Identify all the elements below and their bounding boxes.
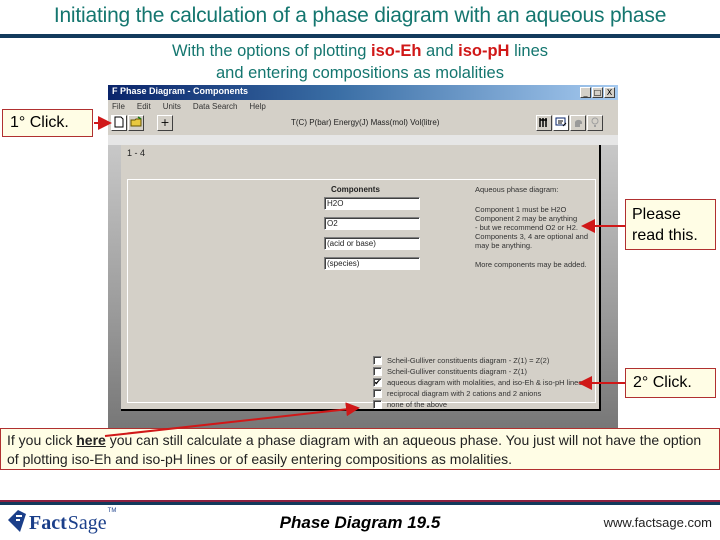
option-label: none of the above [387,399,448,409]
edit-list-icon [555,117,567,127]
subtitle-text: and [421,42,459,60]
subtitle-text: lines [509,42,549,60]
aqueous-info-line: Component 1 must be H2O [475,205,567,214]
option-checkbox[interactable] [373,355,382,365]
slide-subtitle: With the options of plotting iso-Eh and … [0,40,720,84]
option-checkbox[interactable] [373,388,382,398]
step-2-callout: 2° Click. [625,368,716,398]
tab-strip [108,135,618,145]
menu-units[interactable]: Units [163,100,181,113]
bulb-icon [591,117,599,127]
title-divider [0,34,720,38]
aqueous-info-heading: Aqueous phase diagram: [475,185,559,194]
menu-data-search[interactable]: Data Search [193,100,237,113]
units-display: T(C) P(bar) Energy(J) Mass(mol) Vol(litr… [291,118,440,127]
footer-url[interactable]: www.factsage.com [604,515,712,530]
menu-file[interactable]: File [112,100,125,113]
aqueous-info-line: More components may be added. [475,260,587,269]
subtitle-text: With the options of plotting [171,42,372,60]
close-button[interactable]: X [604,87,615,98]
component-2-input[interactable]: O2 [324,217,420,230]
open-folder-icon [130,116,142,127]
window-titlebar[interactable]: F Phase Diagram - Components _ □ X [108,85,618,100]
components-panel: 1 - 4 Components H2O O2 (acid or base) (… [108,145,618,454]
bulb-button[interactable] [587,115,603,131]
toolbar: + T(C) P(bar) Energy(J) Mass(mol) Vol(li… [108,113,618,135]
component-1-input[interactable]: H2O [324,197,420,210]
aqueous-info-line: - but we recommend O2 or H2. [475,223,578,232]
slide-title: Initiating the calculation of a phase di… [53,4,667,27]
new-document-icon [114,116,124,128]
option-label: reciprocal diagram with 2 cations and 2 … [387,388,542,398]
new-document-button[interactable] [111,115,127,131]
tools-icon [539,118,547,127]
head-button[interactable] [570,115,586,131]
option-checkbox[interactable]: ✔ [373,377,382,387]
subtitle-line-1: With the options of plotting iso-Eh and … [0,40,720,62]
add-button[interactable]: + [157,115,173,131]
iso-eh-highlight: iso-Eh [371,42,422,60]
read-this-callout: Please read this. [625,199,716,250]
option-none[interactable]: none of the above [373,399,447,409]
option-label: Scheil-Gulliver constituents diagram - Z… [387,366,528,376]
option-label: aqueous diagram with molalities, and iso… [387,377,583,387]
menu-bar: File Edit Units Data Search Help [108,100,618,113]
option-reciprocal[interactable]: reciprocal diagram with 2 cations and 2 … [373,388,541,398]
option-checkbox[interactable] [373,399,382,409]
open-button[interactable] [128,115,144,131]
aqueous-info-line: may be anything. [475,241,533,250]
option-scheil-z1[interactable]: Scheil-Gulliver constituents diagram - Z… [373,366,527,376]
option-label: Scheil-Gulliver constituents diagram - Z… [387,355,550,365]
window-title: F Phase Diagram - Components [112,86,249,96]
edit-list-button[interactable] [553,115,569,131]
note-text: If you click [7,432,77,448]
read-callout-line-2: read this. [632,227,698,244]
phase-diagram-components-window: F Phase Diagram - Components _ □ X File … [108,85,618,454]
option-scheil-z1-z2[interactable]: Scheil-Gulliver constituents diagram - Z… [373,355,549,365]
subtitle-line-2: and entering compositions as molalities [216,64,504,82]
component-4-input[interactable]: (species) [324,257,420,270]
window-controls: _ □ X [580,87,615,98]
aqueous-info-line: Components 3, 4 are optional and [475,232,588,241]
step-1-callout: 1° Click. [2,109,93,137]
menu-edit[interactable]: Edit [137,100,151,113]
menu-help[interactable]: Help [249,100,265,113]
aqueous-info-line: Component 2 may be anything [475,214,578,223]
components-page: 1 - 4 Components H2O O2 (acid or base) (… [121,145,601,411]
iso-ph-highlight: iso-pH [458,42,510,60]
option-aqueous-molalities[interactable]: ✔ aqueous diagram with molalities, and i… [373,377,582,387]
component-3-input[interactable]: (acid or base) [324,237,420,250]
note-text: you can still calculate a phase diagram … [7,432,702,467]
head-icon [575,119,582,127]
read-callout-line-1: Please [632,206,681,223]
page-tab-1-4[interactable]: 1 - 4 [127,148,145,158]
tools-button[interactable] [536,115,552,131]
minimize-button[interactable]: _ [580,87,591,98]
here-link[interactable]: here [76,432,106,448]
footer-divider-bottom [0,502,720,505]
maximize-button[interactable]: □ [592,87,603,98]
components-heading: Components [331,185,380,194]
option-checkbox[interactable] [373,366,382,376]
note-callout: If you click here you can still calculat… [0,428,720,470]
